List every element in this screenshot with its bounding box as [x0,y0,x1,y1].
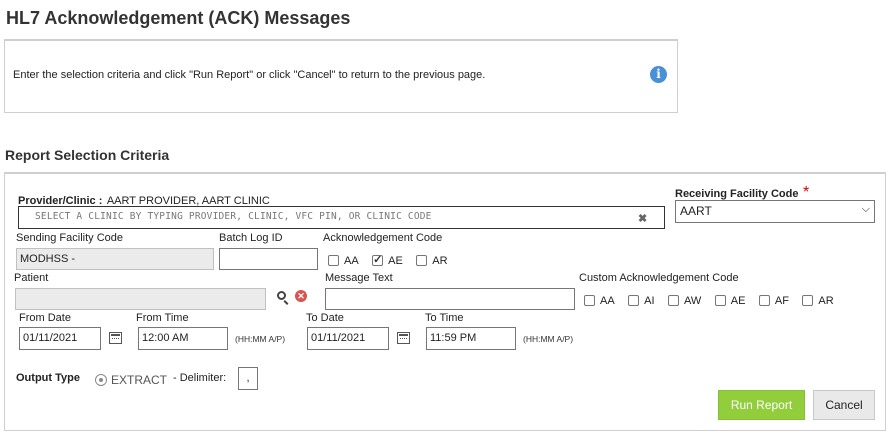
custom-ack-label: Custom Acknowledgement Code [579,272,739,284]
info-text: Enter the selection criteria and click "… [13,69,486,81]
clear-patient-icon[interactable]: ✕ [295,290,307,302]
ack-ae-checkbox[interactable] [372,253,384,267]
custom-ar-checkbox[interactable] [802,295,814,307]
custom-ack-options: AA AI AW AE AF AR [584,292,843,310]
batch-label: Batch Log ID [219,232,283,244]
from-time-hint: (HH:MM A/P) [235,334,286,344]
ack-ar-label: AR [432,254,448,267]
to-time-input[interactable]: 11:59 PM [426,327,516,350]
clinic-search-input[interactable]: SELECT A CLINIC BY TYPING PROVIDER, CLIN… [18,206,665,229]
sending-label: Sending Facility Code [16,232,124,244]
receiving-selected-value: AART [680,204,712,218]
delimiter-label: - Delimiter: [173,372,227,384]
from-date-label: From Date [19,312,71,324]
custom-ar-label: AR [818,294,834,307]
search-icon[interactable] [277,291,286,300]
message-label: Message Text [325,272,393,284]
from-date-input[interactable]: 01/11/2021 [19,327,101,350]
custom-ai-label: AI [644,294,655,307]
to-date-label: To Date [306,312,344,324]
sending-facility-field: MODHSS - [16,248,214,270]
custom-aw-checkbox[interactable] [668,295,679,307]
clear-clinic-icon[interactable]: ✖ [638,212,647,225]
custom-af-label: AF [774,294,789,307]
receiving-facility-select[interactable]: AART ⌵ [675,200,875,223]
info-icon[interactable]: i [650,66,667,83]
extract-label: EXTRACT [111,373,168,387]
section-title: Report Selection Criteria [5,147,170,163]
receiving-label: Receiving Facility Code [675,188,799,200]
ack-label: Acknowledgement Code [323,232,443,244]
custom-aa-label: AA [600,294,615,307]
required-marker: * [802,184,810,201]
to-calendar-icon[interactable] [397,332,410,344]
custom-ai-checkbox[interactable] [628,295,640,307]
chevron-down-icon: ⌵ [861,203,870,215]
ack-ae-label: AE [388,254,403,267]
patient-field [15,288,266,310]
batch-log-input[interactable] [219,248,318,270]
custom-af-checkbox[interactable] [758,295,770,307]
from-time-input[interactable]: 12:00 AM [138,327,228,350]
custom-ae-label: AE [730,294,746,307]
page-title: HL7 Acknowledgement (ACK) Messages [6,8,351,28]
custom-aa-checkbox[interactable] [584,295,595,307]
cancel-button[interactable]: Cancel [813,390,875,420]
message-text-input[interactable] [325,288,575,310]
to-time-hint: (HH:MM A/P) [523,334,574,344]
to-date-input[interactable]: 01/11/2021 [307,327,389,350]
output-type-label: Output Type [16,372,80,384]
run-report-button[interactable]: Run Report [718,390,805,420]
delimiter-input[interactable]: , [238,367,258,390]
ack-ar-checkbox[interactable] [416,255,428,267]
ack-aa-checkbox[interactable] [328,255,339,267]
custom-ae-checkbox[interactable] [714,295,726,307]
extract-radio[interactable] [95,374,107,386]
ack-options: AA AE AR [328,252,457,270]
patient-label: Patient [14,272,49,284]
custom-aw-label: AW [684,294,702,307]
to-time-label: To Time [425,312,464,324]
ack-aa-label: AA [344,254,359,267]
from-calendar-icon[interactable] [109,332,122,344]
from-time-label: From Time [136,312,189,324]
